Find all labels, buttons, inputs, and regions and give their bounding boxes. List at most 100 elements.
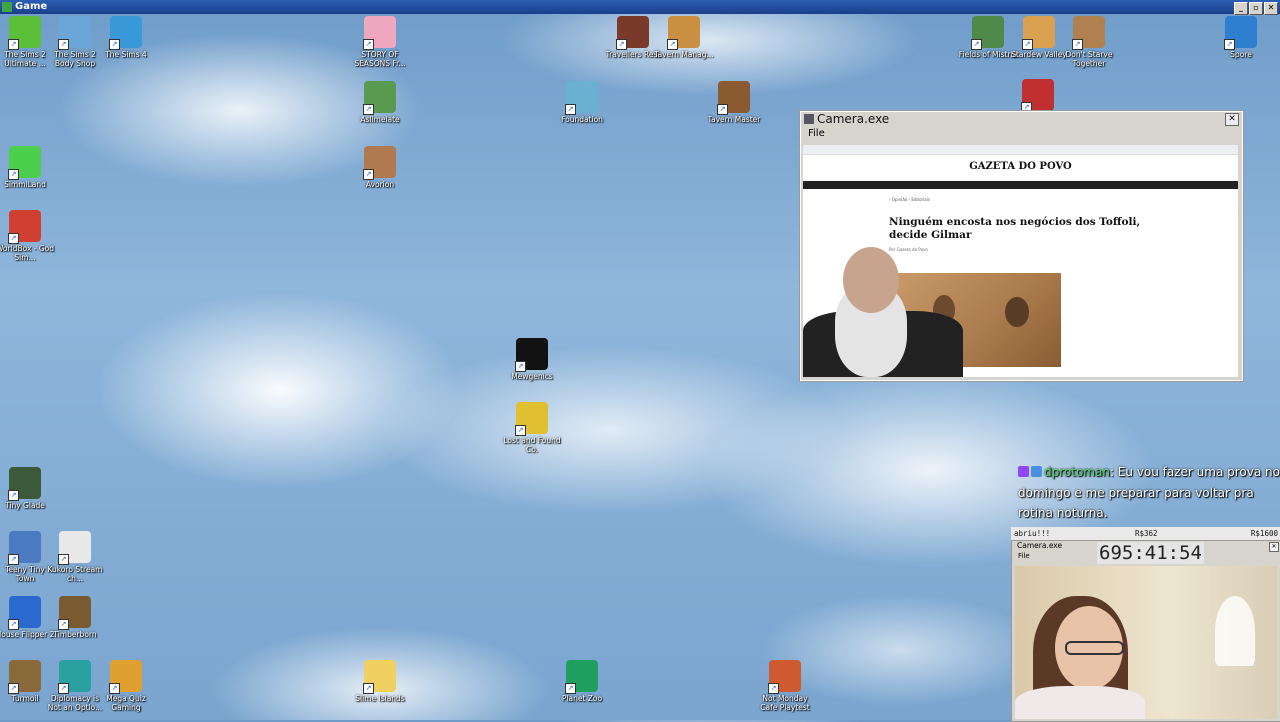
maximize-button[interactable]: ▫	[1249, 2, 1263, 15]
file-menu-small[interactable]: File	[1018, 552, 1030, 560]
spore-icon	[1224, 16, 1257, 50]
sims-body-shop-icon	[58, 16, 91, 50]
close-button[interactable]: ✕	[1264, 2, 1278, 15]
desktop-icon[interactable]: Mewgenics	[502, 338, 562, 381]
lost-and-found-icon	[515, 402, 548, 436]
camera-close-button[interactable]: ✕	[1225, 113, 1239, 126]
site-logo: GAZETA DO POVO	[969, 161, 1072, 172]
desktop-icon[interactable]: Mega Quiz Gaming	[96, 660, 156, 712]
camera-small-close-button[interactable]: ✕	[1269, 542, 1279, 552]
desktop-icon[interactable]: Spore	[1211, 16, 1271, 59]
desktop-icon[interactable]: Timberborn	[45, 596, 105, 639]
browser-address-bar	[803, 145, 1238, 155]
ticker-right: R$1600	[1250, 529, 1278, 538]
mistria-icon	[971, 16, 1004, 50]
desktop-icon-label: WorldBox - God Sim...	[0, 244, 55, 262]
sims-plumbob-icon	[8, 16, 41, 50]
desktop-icon-label: Mega Quiz Gaming	[106, 694, 146, 712]
ticker-left: abriu!!!	[1014, 529, 1051, 538]
sims-4-icon	[109, 16, 142, 50]
desktop-icon[interactable]: Not Monday Cafe Playtest	[755, 660, 815, 712]
desktop-icon-label: Spore	[1230, 50, 1252, 59]
goal-ticker: abriu!!! R$362 R$1600	[1011, 527, 1280, 540]
desktop-icon-label: The Sims 4	[105, 50, 147, 59]
camera-app-icon	[804, 114, 814, 124]
camera-window-small[interactable]: Camera.exe ✕ File	[1011, 540, 1280, 722]
desktop-icon-label: Don't Starve Together	[1065, 50, 1113, 68]
puzzle-icon	[363, 660, 396, 694]
file-menu[interactable]: File	[808, 128, 825, 139]
desktop-icon[interactable]: Tavern Master	[704, 81, 764, 124]
desktop-icon-label: Aslimelate	[360, 115, 400, 124]
camera-menu-bar: File	[800, 127, 1243, 141]
avorion-icon	[363, 146, 396, 180]
desktop-icon[interactable]: SimmiLand	[0, 146, 55, 189]
desktop-icon-label: Tavern Manag...	[654, 50, 714, 59]
mega-quiz-icon	[109, 660, 142, 694]
desktop-icon-label: STORY OF SEASONS Fr...	[354, 50, 406, 68]
game-titlebar: Game _ ▫ ✕	[0, 0, 1280, 15]
tavern-sign-icon	[616, 16, 649, 50]
desktop-icon[interactable]: Foundation	[552, 81, 612, 124]
desktop-icon-label: Planet Zoo	[561, 694, 603, 703]
beaver-icon	[58, 596, 91, 630]
game-icon	[2, 2, 12, 12]
desktop-icon-label: Avorion	[365, 180, 395, 189]
camera-window[interactable]: Camera.exe ✕ File GAZETA DO POVO › Opini…	[799, 110, 1244, 382]
streamer-webcam-feed	[1015, 566, 1277, 719]
desktop-icon[interactable]: Tavern Manag...	[654, 16, 714, 59]
desktop-icon[interactable]: Aslimelate	[350, 81, 410, 124]
desktop-icon-label: SimmiLand	[4, 180, 46, 189]
diplomacy-icon	[58, 660, 91, 694]
chat-username: dprotoman	[1044, 465, 1110, 479]
article-breadcrumb: › Opinião › Editoriais	[889, 197, 930, 202]
slime-icon	[363, 81, 396, 115]
desktop-icon-label: Lost and Found Co.	[503, 436, 561, 454]
camera-window-title: Camera.exe	[817, 112, 890, 126]
desktop-icon-label: Not Monday Cafe Playtest	[760, 694, 810, 712]
desktop-icon[interactable]: Don't Starve Together	[1059, 16, 1119, 68]
desktop-icon-label: Timberborn	[53, 630, 97, 639]
simmiland-icon	[8, 146, 41, 180]
desktop-icon[interactable]: Tiny Glade	[0, 467, 55, 510]
dont-starve-icon	[1072, 16, 1105, 50]
desktop-icon[interactable]: Kukoro Stream ch...	[45, 531, 105, 583]
minimize-button[interactable]: _	[1234, 2, 1248, 15]
desktop-icon-label: Mewgenics	[511, 372, 553, 381]
windmill-icon	[565, 81, 598, 115]
paw-icon	[515, 338, 548, 372]
beer-mug-icon	[667, 16, 700, 50]
house-flipper-icon	[8, 596, 41, 630]
worldbox-icon	[8, 210, 41, 244]
desktop-icon[interactable]: STORY OF SEASONS Fr...	[350, 16, 410, 68]
cafe-icon	[768, 660, 801, 694]
chicken-icon	[1022, 16, 1055, 50]
desktop-icon[interactable]: WorldBox - God Sim...	[0, 210, 55, 262]
desktop-icon-label: Tiny Glade	[5, 501, 45, 510]
article-headline: Ninguém encosta nos negócios dos Toffoli…	[889, 216, 1141, 241]
campfire-icon	[1021, 79, 1054, 113]
chat-badge-icon	[1031, 466, 1042, 477]
desktop-icon-label: Kukoro Stream ch...	[47, 565, 103, 583]
desktop-icon[interactable]: The Sims 4	[96, 16, 156, 59]
twitch-badge-icon	[1018, 466, 1029, 477]
desktop-icon[interactable]: Planet Zoo	[552, 660, 612, 703]
ticker-middle: R$362	[1135, 529, 1158, 538]
desktop-icon[interactable]	[1008, 79, 1068, 113]
sheep-icon	[8, 467, 41, 501]
desktop-icon-label: Foundation	[561, 115, 603, 124]
desktop-icon-label: Tavern Master	[707, 115, 761, 124]
planet-zoo-icon	[565, 660, 598, 694]
window-title: Game	[15, 1, 48, 12]
stream-timer: 695:41:54	[1097, 542, 1204, 564]
camera-window-titlebar[interactable]: Camera.exe ✕	[800, 111, 1243, 127]
window-controls: _ ▫ ✕	[1233, 1, 1278, 15]
camera-small-title: Camera.exe	[1017, 541, 1063, 550]
desktop-icon[interactable]: Lost and Found Co.	[502, 402, 562, 454]
cow-icon	[363, 16, 396, 50]
streamer-webcam-person	[803, 241, 963, 377]
oil-derrick-icon	[8, 660, 41, 694]
desktop-icon[interactable]: Avorion	[350, 146, 410, 189]
tavern-master-icon	[717, 81, 750, 115]
desktop-icon[interactable]: Slime Islands	[350, 660, 410, 703]
